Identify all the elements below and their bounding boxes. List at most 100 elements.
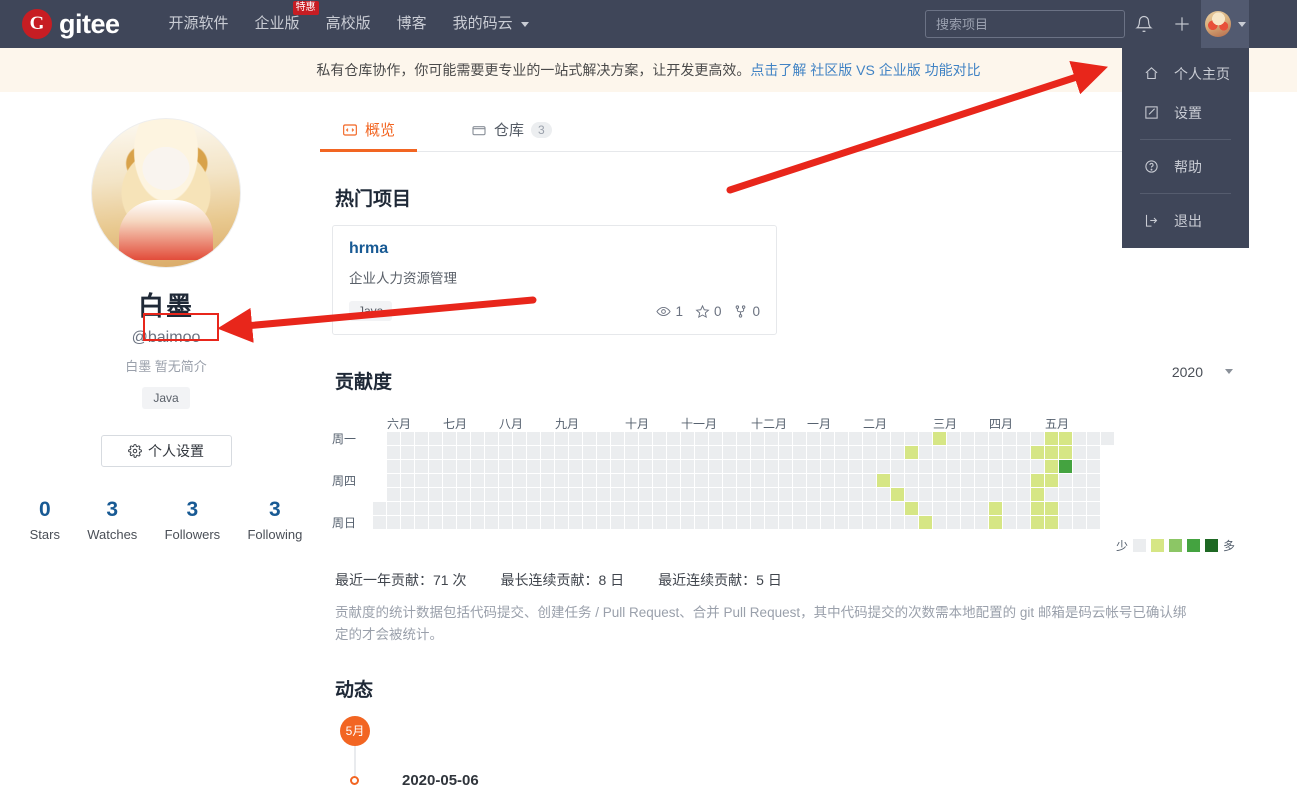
heatmap-cell[interactable]: [443, 474, 456, 487]
heatmap-cell[interactable]: [877, 460, 890, 473]
heatmap-cell[interactable]: [709, 460, 722, 473]
heatmap-cell[interactable]: [723, 460, 736, 473]
heatmap-cell[interactable]: [429, 516, 442, 529]
heatmap-cell[interactable]: [555, 502, 568, 515]
heatmap-cell[interactable]: [919, 432, 932, 445]
heatmap-cell[interactable]: [597, 446, 610, 459]
heatmap-cell[interactable]: [723, 502, 736, 515]
heatmap-cell[interactable]: [527, 474, 540, 487]
heatmap-cell[interactable]: [947, 474, 960, 487]
heatmap-cell[interactable]: [429, 446, 442, 459]
nav-item-blog[interactable]: 博客: [384, 0, 440, 48]
heatmap-cell[interactable]: [499, 432, 512, 445]
heatmap-cell[interactable]: [1059, 432, 1072, 445]
heatmap-cell[interactable]: [765, 516, 778, 529]
dropdown-item-help[interactable]: 帮助: [1122, 147, 1249, 186]
heatmap-cell[interactable]: [639, 516, 652, 529]
heatmap-cell[interactable]: [625, 474, 638, 487]
heatmap-cell[interactable]: [1101, 432, 1114, 445]
heatmap-cell[interactable]: [611, 488, 624, 501]
heatmap-cell[interactable]: [905, 502, 918, 515]
heatmap-cell[interactable]: [1017, 460, 1030, 473]
notifications-button[interactable]: [1125, 0, 1163, 48]
heatmap-cell[interactable]: [1073, 474, 1086, 487]
heatmap-cell[interactable]: [541, 474, 554, 487]
heatmap-cell[interactable]: [499, 502, 512, 515]
heatmap-cell[interactable]: [541, 460, 554, 473]
heatmap-cell[interactable]: [695, 488, 708, 501]
heatmap-cell[interactable]: [863, 474, 876, 487]
heatmap-cell[interactable]: [415, 516, 428, 529]
heatmap-cell[interactable]: [975, 432, 988, 445]
heatmap-cell[interactable]: [849, 460, 862, 473]
heatmap-cell[interactable]: [835, 488, 848, 501]
heatmap-cell[interactable]: [793, 488, 806, 501]
heatmap-cell[interactable]: [989, 502, 1002, 515]
heatmap-cell[interactable]: [653, 432, 666, 445]
heatmap-cell[interactable]: [989, 460, 1002, 473]
dropdown-item-logout[interactable]: 退出: [1122, 201, 1249, 240]
heatmap-cell[interactable]: [625, 516, 638, 529]
heatmap-cell[interactable]: [807, 516, 820, 529]
heatmap-cell[interactable]: [1059, 516, 1072, 529]
heatmap-cell[interactable]: [947, 446, 960, 459]
heatmap-cell[interactable]: [625, 432, 638, 445]
dropdown-item-settings[interactable]: 设置: [1122, 93, 1249, 132]
heatmap-cell[interactable]: [485, 432, 498, 445]
heatmap-cell[interactable]: [821, 488, 834, 501]
heatmap-cell[interactable]: [751, 460, 764, 473]
heatmap-cell[interactable]: [905, 488, 918, 501]
heatmap-cell[interactable]: [709, 502, 722, 515]
heatmap-cell[interactable]: [1087, 516, 1100, 529]
heatmap-cell[interactable]: [849, 432, 862, 445]
heatmap-cell[interactable]: [1031, 446, 1044, 459]
heatmap-cell[interactable]: [821, 474, 834, 487]
heatmap-cell[interactable]: [555, 432, 568, 445]
heatmap-cell[interactable]: [681, 432, 694, 445]
heatmap-cell[interactable]: [611, 516, 624, 529]
heatmap-cell[interactable]: [1017, 488, 1030, 501]
heatmap-cell[interactable]: [1087, 488, 1100, 501]
heatmap-cell[interactable]: [513, 446, 526, 459]
heatmap-cell[interactable]: [975, 488, 988, 501]
heatmap-cell[interactable]: [765, 488, 778, 501]
heatmap-cell[interactable]: [597, 474, 610, 487]
heatmap-cell[interactable]: [1045, 516, 1058, 529]
heatmap-cell[interactable]: [1031, 488, 1044, 501]
heatmap-cell[interactable]: [933, 474, 946, 487]
heatmap-cell[interactable]: [723, 474, 736, 487]
heatmap-cell[interactable]: [863, 516, 876, 529]
heatmap-cell[interactable]: [415, 502, 428, 515]
heatmap-cell[interactable]: [1003, 460, 1016, 473]
heatmap-cell[interactable]: [709, 432, 722, 445]
heatmap-cell[interactable]: [975, 502, 988, 515]
heatmap-cell[interactable]: [807, 432, 820, 445]
heatmap-cell[interactable]: [975, 460, 988, 473]
heatmap-cell[interactable]: [709, 488, 722, 501]
contribution-year-selector[interactable]: 2020: [1172, 364, 1237, 380]
heatmap-cell[interactable]: [625, 488, 638, 501]
heatmap-cell[interactable]: [961, 474, 974, 487]
heatmap-cell[interactable]: [583, 502, 596, 515]
heatmap-cell[interactable]: [681, 488, 694, 501]
heatmap-cell[interactable]: [513, 488, 526, 501]
heatmap-cell[interactable]: [541, 516, 554, 529]
gitee-logo[interactable]: G gitee: [0, 9, 120, 40]
heatmap-cell[interactable]: [919, 502, 932, 515]
heatmap-cell[interactable]: [471, 460, 484, 473]
heatmap-cell[interactable]: [387, 488, 400, 501]
heatmap-cell[interactable]: [583, 460, 596, 473]
heatmap-cell[interactable]: [961, 502, 974, 515]
project-fork-count[interactable]: 0: [733, 304, 760, 319]
heatmap-cell[interactable]: [793, 474, 806, 487]
heatmap-cell[interactable]: [457, 446, 470, 459]
heatmap-cell[interactable]: [1045, 502, 1058, 515]
heatmap-cell[interactable]: [527, 432, 540, 445]
heatmap-cell[interactable]: [1059, 460, 1072, 473]
heatmap-cell[interactable]: [625, 446, 638, 459]
profile-avatar[interactable]: [91, 118, 241, 268]
heatmap-cell[interactable]: [849, 502, 862, 515]
heatmap-cell[interactable]: [443, 432, 456, 445]
heatmap-cell[interactable]: [541, 446, 554, 459]
heatmap-cell[interactable]: [849, 474, 862, 487]
